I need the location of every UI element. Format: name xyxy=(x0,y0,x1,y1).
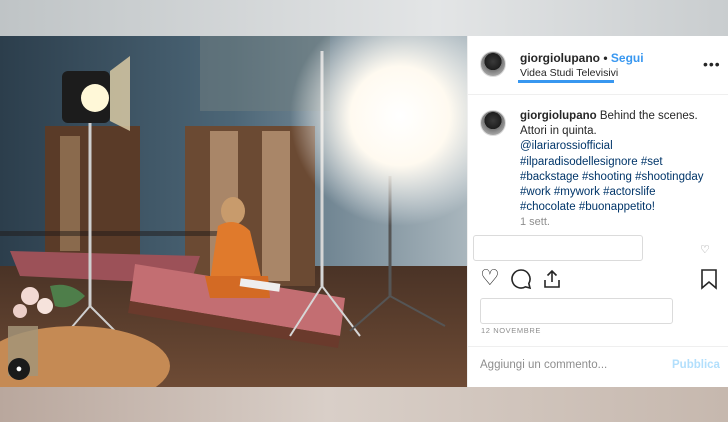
hashtag-line[interactable]: #backstage #shooting #shootingday xyxy=(520,171,704,183)
bookmark-icon[interactable] xyxy=(700,268,718,296)
comment-reply-box[interactable] xyxy=(473,235,643,261)
username-link[interactable]: giorgiolupano xyxy=(520,51,600,65)
caption: giorgiolupano Behind the scenes. Attori … xyxy=(520,109,720,215)
comment-bar: Aggiungi un commento... Pubblica xyxy=(468,346,728,387)
share-icon[interactable] xyxy=(541,268,563,296)
hashtag-line[interactable]: #ilparadisodellesignore #set xyxy=(520,156,663,168)
heart-icon[interactable]: ♡ xyxy=(480,265,500,291)
caption-line-1: Behind the scenes. xyxy=(599,110,698,122)
post-date: 12 NOVEMBRE xyxy=(481,326,541,335)
post-modal: ● giorgiolupano • Segui Videa Studi Tele… xyxy=(0,36,728,387)
likes-box[interactable] xyxy=(480,298,673,324)
follow-button[interactable]: Segui xyxy=(611,51,644,65)
avatar[interactable] xyxy=(480,51,506,77)
caption-avatar[interactable] xyxy=(480,110,506,136)
publish-button[interactable]: Pubblica xyxy=(672,359,720,371)
mention-link[interactable]: @ilariarossiofficial xyxy=(520,140,613,152)
caption-username[interactable]: giorgiolupano xyxy=(520,110,597,122)
background-bottom xyxy=(0,387,728,422)
comment-icon[interactable] xyxy=(510,268,532,296)
hashtag-line[interactable]: #work #mywork #actorslife xyxy=(520,186,655,198)
post-header: giorgiolupano • Segui Videa Studi Televi… xyxy=(468,36,728,95)
post-photo[interactable]: ● xyxy=(0,36,467,387)
location-link[interactable]: Videa Studi Televisivi xyxy=(520,67,618,79)
post-author: giorgiolupano • Segui xyxy=(520,51,644,65)
more-options-icon[interactable]: ••• xyxy=(703,56,721,72)
location-highlight xyxy=(518,80,614,83)
action-bar: ♡ xyxy=(468,265,728,298)
separator-dot: • xyxy=(603,51,608,65)
caption-time[interactable]: 1 sett. xyxy=(520,216,550,228)
hashtag-line[interactable]: #chocolate #buonappetito! xyxy=(520,201,655,213)
comment-input[interactable]: Aggiungi un commento... xyxy=(480,359,607,371)
post-sidebar: giorgiolupano • Segui Videa Studi Televi… xyxy=(467,36,728,387)
caption-line-2: Attori in quinta. xyxy=(520,125,597,138)
backstage-photo-illustration xyxy=(0,36,467,387)
user-tag-icon[interactable]: ● xyxy=(8,358,30,380)
comment-like-icon[interactable]: ♡ xyxy=(700,243,710,256)
background-top xyxy=(0,0,728,36)
